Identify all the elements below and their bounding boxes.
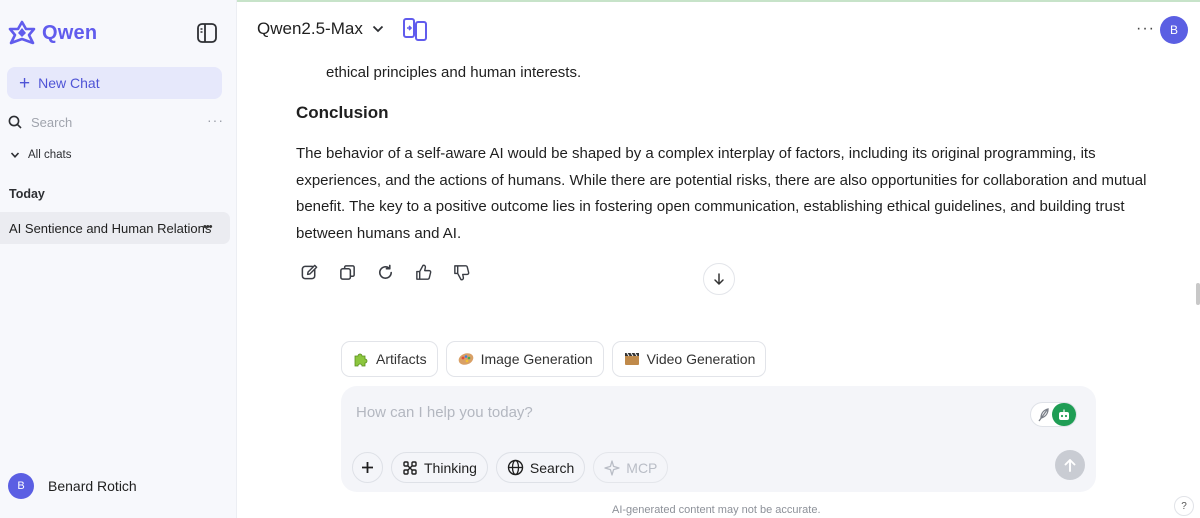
all-chats-label: All chats — [28, 149, 72, 161]
all-chats-toggle[interactable]: All chats — [10, 149, 71, 161]
qwen-logo[interactable]: Qwen — [8, 20, 97, 46]
message-tail-text: ethical principles and human interests. — [326, 64, 582, 81]
feature-chips: Artifacts Image Generation Video Generat… — [341, 341, 767, 377]
prompt-input[interactable] — [356, 404, 996, 421]
avatar: B — [8, 473, 34, 499]
model-name: Qwen2.5-Max — [257, 19, 363, 38]
arrow-up-icon — [1064, 458, 1076, 472]
message-heading: Conclusion — [296, 103, 389, 122]
robot-icon — [1052, 403, 1076, 426]
message-actions — [300, 263, 471, 282]
section-today: Today — [9, 187, 45, 201]
agent-mode-toggle[interactable] — [1030, 402, 1077, 427]
plus-icon: + — [19, 72, 31, 94]
help-button[interactable]: ? — [1174, 496, 1194, 516]
logo-text: Qwen — [42, 21, 98, 44]
video-generation-label: Video Generation — [646, 351, 756, 367]
plus-icon — [362, 462, 373, 473]
message-paragraph: The behavior of a self-aware AI would be… — [296, 145, 1147, 242]
palette-icon — [458, 353, 473, 365]
search-icon — [8, 115, 22, 129]
scrollbar-thumb[interactable] — [1196, 283, 1200, 305]
thinking-label: Thinking — [424, 459, 477, 476]
thinking-icon — [403, 460, 417, 475]
sparkle-icon — [604, 459, 620, 476]
scroll-down-button[interactable] — [703, 263, 735, 295]
feather-icon — [1038, 408, 1049, 422]
arrow-down-icon — [714, 273, 724, 285]
chat-composer: Thinking Search MCP — [341, 386, 1096, 492]
search-label: Search — [529, 459, 575, 476]
artifacts-chip[interactable]: Artifacts — [341, 341, 438, 377]
puzzle-icon — [354, 353, 368, 367]
new-chat-button[interactable]: + New Chat — [7, 67, 222, 99]
mcp-label: MCP — [626, 459, 658, 476]
chat-item-title: AI Sentience and Human Relations — [9, 220, 212, 236]
thumbs-up-icon[interactable] — [414, 263, 433, 282]
qwen-logo-icon — [8, 20, 36, 45]
sidebar: Qwen + New Chat Search ··· All chats Tod… — [0, 0, 237, 518]
new-chat-label: New Chat — [38, 75, 100, 91]
chevron-down-icon — [372, 25, 383, 33]
video-generation-chip[interactable]: Video Generation — [611, 341, 767, 377]
sidebar-search[interactable]: Search ··· — [8, 112, 226, 132]
send-button[interactable] — [1055, 450, 1085, 480]
compare-models-icon[interactable] — [402, 16, 428, 47]
disclaimer-text: AI-generated content may not be accurate… — [612, 504, 821, 516]
add-attachment-button[interactable] — [352, 452, 383, 483]
thinking-button[interactable]: Thinking — [391, 452, 488, 483]
model-selector[interactable]: Qwen2.5-Max — [257, 19, 384, 39]
user-profile[interactable]: B Benard Rotich — [8, 473, 137, 499]
thumbs-down-icon[interactable] — [452, 263, 471, 282]
image-generation-label: Image Generation — [480, 351, 593, 367]
web-search-button[interactable]: Search — [495, 452, 586, 483]
copy-icon[interactable] — [338, 263, 357, 282]
image-generation-chip[interactable]: Image Generation — [445, 341, 604, 377]
search-more-icon[interactable]: ··· — [207, 112, 224, 128]
user-name: Benard Rotich — [48, 478, 137, 494]
globe-icon — [507, 459, 524, 476]
sidebar-toggle-icon[interactable] — [196, 22, 218, 44]
artifacts-label: Artifacts — [376, 351, 427, 367]
regenerate-icon[interactable] — [376, 263, 395, 282]
chat-item-more-icon[interactable]: ••• — [203, 221, 213, 233]
search-placeholder: Search — [31, 114, 73, 130]
chevron-down-icon — [10, 152, 20, 158]
chat-item[interactable]: AI Sentience and Human Relations ••• — [0, 212, 230, 244]
header-avatar[interactable]: B — [1160, 16, 1188, 44]
edit-icon[interactable] — [300, 263, 319, 282]
mcp-button[interactable]: MCP — [593, 452, 669, 483]
film-icon — [624, 352, 639, 365]
more-options-icon[interactable]: ··· — [1136, 20, 1155, 38]
composer-tools: Thinking Search MCP — [352, 452, 669, 483]
